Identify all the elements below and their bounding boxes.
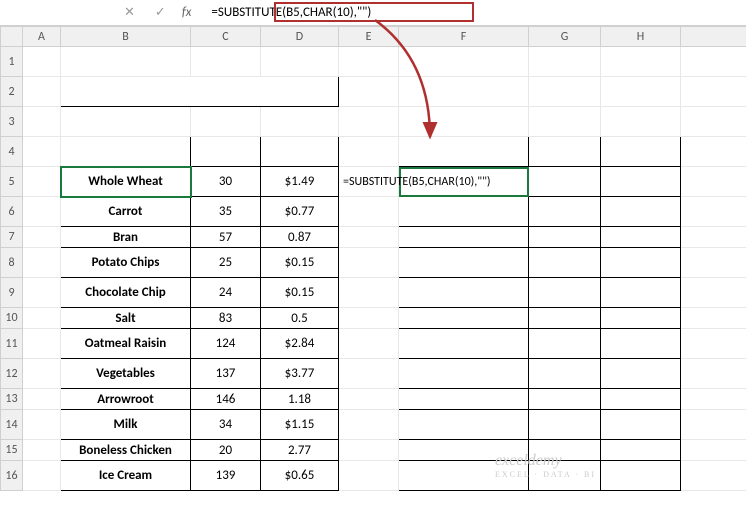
- col-header[interactable]: F: [399, 27, 529, 47]
- row-header[interactable]: 3: [1, 107, 23, 137]
- header-product[interactable]: Product: [61, 137, 191, 167]
- row-header[interactable]: 8: [1, 248, 23, 278]
- header-unit-price-2[interactable]: Unit Price: [601, 137, 681, 167]
- row-header[interactable]: 16: [1, 461, 23, 491]
- header-quantity[interactable]: Quantity: [191, 137, 261, 167]
- col-header[interactable]: C: [191, 27, 261, 47]
- col-header[interactable]: A: [23, 27, 61, 47]
- row-header[interactable]: 5: [1, 167, 23, 197]
- col-header[interactable]: B: [61, 27, 191, 47]
- col-header[interactable]: [681, 27, 746, 47]
- cell[interactable]: [23, 47, 61, 77]
- cell[interactable]: Carrot: [61, 197, 191, 227]
- column-header-row: A B C D E F G H: [1, 27, 746, 47]
- cell[interactable]: $1.49: [261, 167, 339, 197]
- row-header[interactable]: 1: [1, 47, 23, 77]
- row-header[interactable]: 13: [1, 389, 23, 410]
- col-header[interactable]: H: [601, 27, 681, 47]
- row-header[interactable]: 15: [1, 440, 23, 461]
- col-header[interactable]: E: [339, 27, 399, 47]
- col-header[interactable]: G: [529, 27, 601, 47]
- cell-inline-formula[interactable]: =SUBSTITUTE(B5,CHAR(10),""): [339, 167, 399, 197]
- formula-input[interactable]: =SUBSTITUTE(B5,CHAR(10),""): [203, 5, 746, 20]
- formula-cancel-button[interactable]: ✕: [120, 5, 139, 20]
- select-all-corner[interactable]: [1, 27, 23, 47]
- row-header[interactable]: 6: [1, 197, 23, 227]
- cell[interactable]: 30: [191, 167, 261, 197]
- row-header[interactable]: 14: [1, 410, 23, 440]
- col-header[interactable]: D: [261, 27, 339, 47]
- title-cell[interactable]: Sales on 11th April'22: [61, 77, 339, 107]
- spreadsheet-grid: A B C D E F G H 1 2 Sales on 11th April'2…: [0, 26, 746, 491]
- row-header[interactable]: 12: [1, 359, 23, 389]
- header-quantity-2[interactable]: Quantity: [529, 137, 601, 167]
- row-header[interactable]: 9: [1, 278, 23, 308]
- formula-confirm-button[interactable]: ✓: [151, 5, 170, 20]
- row-header[interactable]: 2: [1, 77, 23, 107]
- header-unit-price[interactable]: Unit Price: [261, 137, 339, 167]
- cell-b5-selected[interactable]: Whole Wheat: [61, 167, 191, 197]
- formula-bar: ✕ ✓ fx =SUBSTITUTE(B5,CHAR(10),""): [0, 0, 746, 26]
- header-product-2[interactable]: Product: [399, 137, 529, 167]
- row-header[interactable]: 11: [1, 329, 23, 359]
- fx-icon[interactable]: fx: [182, 5, 192, 20]
- row-header[interactable]: 4: [1, 137, 23, 167]
- row-header[interactable]: 10: [1, 308, 23, 329]
- row-header[interactable]: 7: [1, 227, 23, 248]
